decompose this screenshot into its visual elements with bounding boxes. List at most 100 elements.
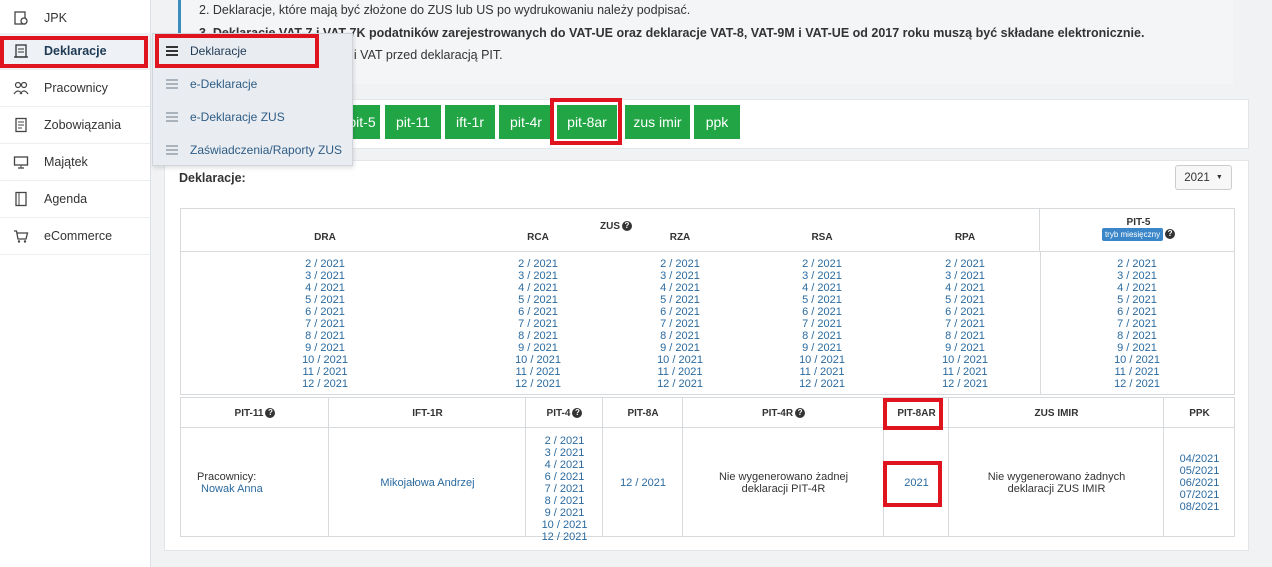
ppk-period-link[interactable]: 08/2021 — [1164, 501, 1235, 513]
rsa-period-link[interactable]: 10 / 2021 — [782, 354, 862, 366]
rca-period-link[interactable]: 5 / 2021 — [498, 294, 578, 306]
pit5-period-link[interactable]: 7 / 2021 — [1097, 318, 1177, 330]
rsa-period-link[interactable]: 8 / 2021 — [782, 330, 862, 342]
pit-4r-button[interactable]: pit-4r — [499, 105, 553, 139]
rsa-period-link[interactable]: 6 / 2021 — [782, 306, 862, 318]
rsa-period-link[interactable]: 5 / 2021 — [782, 294, 862, 306]
pit8a-period-link[interactable]: 12 / 2021 — [603, 477, 683, 489]
rpa-period-link[interactable]: 10 / 2021 — [925, 354, 1005, 366]
ift1r-employee-link[interactable]: Mikojałowa Andrzej — [329, 477, 526, 489]
rca-period-link[interactable]: 9 / 2021 — [498, 342, 578, 354]
rsa-period-link[interactable]: 9 / 2021 — [782, 342, 862, 354]
pit5-period-link[interactable]: 5 / 2021 — [1097, 294, 1177, 306]
rza-period-link[interactable]: 9 / 2021 — [640, 342, 720, 354]
rsa-period-link[interactable]: 2 / 2021 — [782, 258, 862, 270]
ppk-period-link[interactable]: 06/2021 — [1164, 477, 1235, 489]
rsa-period-link[interactable]: 4 / 2021 — [782, 282, 862, 294]
rca-period-link[interactable]: 11 / 2021 — [498, 366, 578, 378]
help-icon[interactable]: ? — [572, 408, 583, 419]
pit4-period-link[interactable]: 8 / 2021 — [526, 495, 603, 507]
pit5-period-link[interactable]: 6 / 2021 — [1097, 306, 1177, 318]
dra-period-link[interactable]: 4 / 2021 — [285, 282, 365, 294]
rza-period-link[interactable]: 10 / 2021 — [640, 354, 720, 366]
dra-period-link[interactable]: 8 / 2021 — [285, 330, 365, 342]
dra-period-link[interactable]: 7 / 2021 — [285, 318, 365, 330]
rca-period-link[interactable]: 10 / 2021 — [498, 354, 578, 366]
pit5-period-link[interactable]: 12 / 2021 — [1097, 378, 1177, 390]
help-icon[interactable]: ? — [622, 221, 632, 232]
rca-period-link[interactable]: 6 / 2021 — [498, 306, 578, 318]
rpa-period-link[interactable]: 7 / 2021 — [925, 318, 1005, 330]
pit4-period-link[interactable]: 9 / 2021 — [526, 507, 603, 519]
submenu-item-e-deklaracje[interactable]: e-Deklaracje — [153, 67, 352, 100]
rza-period-link[interactable]: 4 / 2021 — [640, 282, 720, 294]
pit5-period-link[interactable]: 11 / 2021 — [1097, 366, 1177, 378]
rsa-period-link[interactable]: 12 / 2021 — [782, 378, 862, 390]
rca-period-link[interactable]: 7 / 2021 — [498, 318, 578, 330]
rpa-period-link[interactable]: 6 / 2021 — [925, 306, 1005, 318]
sidebar-item-majatek[interactable]: Majątek — [0, 144, 150, 181]
pit4-period-link[interactable]: 10 / 2021 — [526, 519, 603, 531]
rza-period-link[interactable]: 8 / 2021 — [640, 330, 720, 342]
pit5-period-link[interactable]: 10 / 2021 — [1097, 354, 1177, 366]
ppk-button[interactable]: ppk — [694, 105, 740, 139]
help-icon[interactable]: ? — [265, 408, 276, 419]
rza-period-link[interactable]: 6 / 2021 — [640, 306, 720, 318]
pit5-period-link[interactable]: 4 / 2021 — [1097, 282, 1177, 294]
sidebar-item-pracownicy[interactable]: Pracownicy — [0, 70, 150, 107]
sidebar-item-zobowiazania[interactable]: Zobowiązania — [0, 107, 150, 144]
sidebar-item-ecommerce[interactable]: eCommerce — [0, 218, 150, 255]
pit4-period-link[interactable]: 2 / 2021 — [526, 435, 603, 447]
rza-period-link[interactable]: 7 / 2021 — [640, 318, 720, 330]
rca-period-link[interactable]: 3 / 2021 — [498, 270, 578, 282]
sidebar-item-jpk[interactable]: JPK — [0, 0, 150, 37]
help-icon[interactable]: ? — [1165, 229, 1176, 240]
year-select[interactable]: 2021 ▼ — [1175, 165, 1232, 190]
pit5-period-link[interactable]: 3 / 2021 — [1097, 270, 1177, 282]
rca-period-link[interactable]: 8 / 2021 — [498, 330, 578, 342]
dra-period-link[interactable]: 5 / 2021 — [285, 294, 365, 306]
submenu-item-e-deklaracje-zus[interactable]: e-Deklaracje ZUS — [153, 100, 352, 133]
dra-period-link[interactable]: 12 / 2021 — [285, 378, 365, 390]
rca-period-link[interactable]: 4 / 2021 — [498, 282, 578, 294]
rsa-period-link[interactable]: 7 / 2021 — [782, 318, 862, 330]
rca-period-link[interactable]: 12 / 2021 — [498, 378, 578, 390]
rca-period-link[interactable]: 2 / 2021 — [498, 258, 578, 270]
pit4-period-link[interactable]: 12 / 2021 — [526, 531, 603, 543]
sidebar-item-agenda[interactable]: Agenda — [0, 181, 150, 218]
rpa-period-link[interactable]: 12 / 2021 — [925, 378, 1005, 390]
pit5-period-link[interactable]: 2 / 2021 — [1097, 258, 1177, 270]
dra-period-link[interactable]: 10 / 2021 — [285, 354, 365, 366]
rza-period-link[interactable]: 2 / 2021 — [640, 258, 720, 270]
pit5-period-link[interactable]: 9 / 2021 — [1097, 342, 1177, 354]
dra-period-link[interactable]: 11 / 2021 — [285, 366, 365, 378]
rpa-period-link[interactable]: 2 / 2021 — [925, 258, 1005, 270]
rza-period-link[interactable]: 5 / 2021 — [640, 294, 720, 306]
dra-period-link[interactable]: 9 / 2021 — [285, 342, 365, 354]
dra-period-link[interactable]: 6 / 2021 — [285, 306, 365, 318]
rpa-period-link[interactable]: 4 / 2021 — [925, 282, 1005, 294]
dra-period-link[interactable]: 2 / 2021 — [285, 258, 365, 270]
zus-imir-button[interactable]: zus imir — [625, 105, 690, 139]
pit-11-button[interactable]: pit-11 — [385, 105, 441, 139]
ift-1r-button[interactable]: ift-1r — [445, 105, 495, 139]
rza-period-link[interactable]: 3 / 2021 — [640, 270, 720, 282]
rpa-period-link[interactable]: 11 / 2021 — [925, 366, 1005, 378]
rpa-period-link[interactable]: 8 / 2021 — [925, 330, 1005, 342]
rpa-period-link[interactable]: 9 / 2021 — [925, 342, 1005, 354]
rsa-period-link[interactable]: 11 / 2021 — [782, 366, 862, 378]
ppk-period-link[interactable]: 05/2021 — [1164, 465, 1235, 477]
rpa-period-link[interactable]: 5 / 2021 — [925, 294, 1005, 306]
dra-period-link[interactable]: 3 / 2021 — [285, 270, 365, 282]
ppk-period-link[interactable]: 07/2021 — [1164, 489, 1235, 501]
rpa-period-link[interactable]: 3 / 2021 — [925, 270, 1005, 282]
ppk-period-link[interactable]: 04/2021 — [1164, 453, 1235, 465]
rza-period-link[interactable]: 12 / 2021 — [640, 378, 720, 390]
pit5-period-link[interactable]: 8 / 2021 — [1097, 330, 1177, 342]
submenu-item-zaswiadczenia[interactable]: Zaświadczenia/Raporty ZUS — [153, 133, 352, 166]
rsa-period-link[interactable]: 3 / 2021 — [782, 270, 862, 282]
rza-period-link[interactable]: 11 / 2021 — [640, 366, 720, 378]
help-icon[interactable]: ? — [795, 408, 806, 419]
pit4-period-link[interactable]: 7 / 2021 — [526, 483, 603, 495]
pit4-period-link[interactable]: 4 / 2021 — [526, 459, 603, 471]
